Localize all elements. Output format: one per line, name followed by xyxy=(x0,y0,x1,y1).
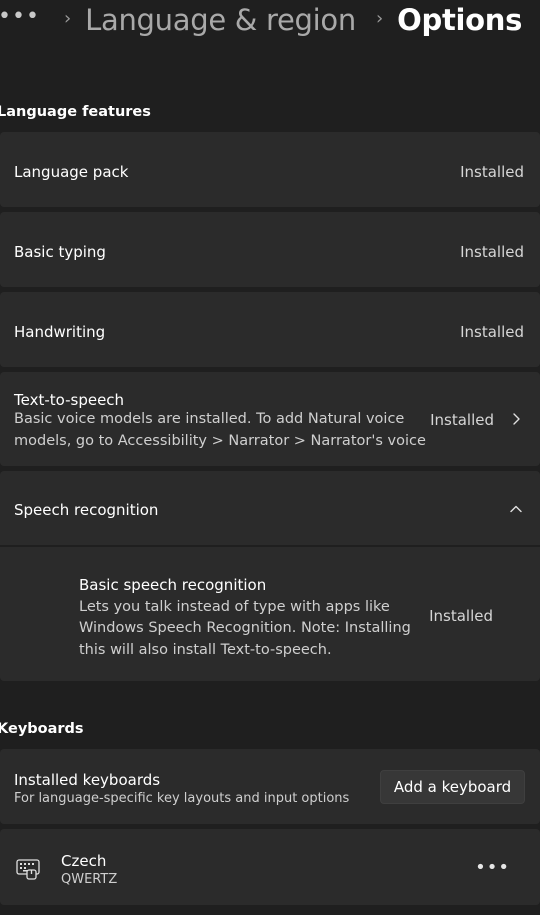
row-text-to-speech[interactable]: Text-to-speech Basic voice models are in… xyxy=(0,372,540,466)
row-language-pack[interactable]: Language pack Installed xyxy=(0,132,540,207)
row-label: Speech recognition xyxy=(14,501,159,519)
row-description: Basic voice models are installed. To add… xyxy=(14,411,426,449)
keyboard-name: Czech xyxy=(61,852,107,870)
status-text: Installed xyxy=(460,323,524,341)
basic-speech-recognition-text: Basic speech recognition Lets you talk i… xyxy=(79,576,411,658)
breadcrumb-overflow-button[interactable]: ••• xyxy=(0,4,40,29)
row-label: Basic speech recognition xyxy=(79,576,267,594)
section-title-language-features: Language features xyxy=(0,104,151,120)
breadcrumb-item-language-region[interactable]: Language & region xyxy=(85,3,356,37)
chevron-right-icon: › xyxy=(375,7,384,29)
row-handwriting[interactable]: Handwriting Installed xyxy=(0,292,540,367)
breadcrumb: ••• › Language & region › Options xyxy=(0,0,540,40)
row-sublabel: For language-specific key layouts and in… xyxy=(14,791,350,806)
status-text: Installed xyxy=(460,243,524,261)
keyboard-layout: QWERTZ xyxy=(61,872,118,887)
add-keyboard-button[interactable]: Add a keyboard xyxy=(380,770,525,804)
keyboard-icon xyxy=(16,859,40,880)
section-title-keyboards: Keyboards xyxy=(0,721,84,737)
status-text: Installed xyxy=(460,163,524,181)
status-text: Installed xyxy=(430,411,494,429)
row-label: Text-to-speech xyxy=(14,391,125,409)
page-title: Options xyxy=(397,3,523,37)
row-basic-typing[interactable]: Basic typing Installed xyxy=(0,212,540,287)
row-installed-keyboards: Installed keyboards For language-specifi… xyxy=(0,749,540,824)
row-label: Basic typing xyxy=(14,243,106,261)
keyboard-item-czech[interactable]: Czech QWERTZ ••• xyxy=(0,829,540,905)
chevron-up-icon[interactable] xyxy=(508,501,524,517)
row-label: Handwriting xyxy=(14,323,106,341)
chevron-right-icon xyxy=(513,413,520,425)
row-basic-speech-recognition: Basic speech recognition Lets you talk i… xyxy=(0,547,540,681)
row-label: Language pack xyxy=(14,163,129,181)
chevron-right-icon: › xyxy=(63,7,72,29)
row-speech-recognition[interactable]: Speech recognition xyxy=(0,471,540,545)
row-label: Installed keyboards xyxy=(14,771,161,789)
more-options-button[interactable]: ••• xyxy=(475,857,510,878)
status-text: Installed xyxy=(429,607,493,625)
